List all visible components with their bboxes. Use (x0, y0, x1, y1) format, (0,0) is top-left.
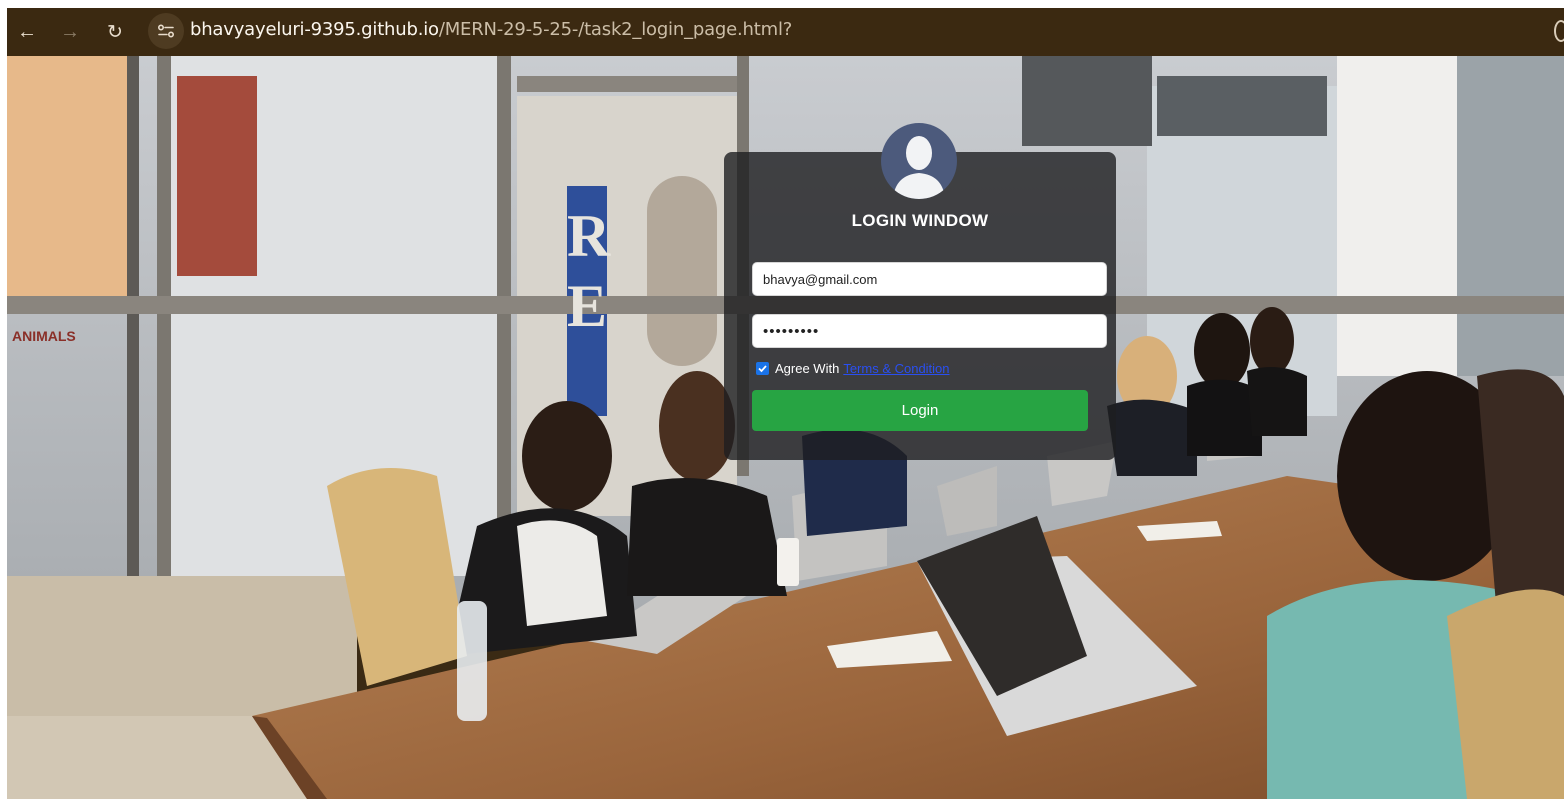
password-field[interactable] (752, 314, 1107, 348)
forward-arrow-icon[interactable]: → (56, 18, 84, 46)
user-avatar-icon (881, 123, 957, 199)
checkmark-icon (758, 364, 767, 372)
url-path: /MERN-29-5-25-/task2_login_page.html? (438, 19, 793, 40)
back-arrow-icon[interactable]: ← (13, 18, 41, 46)
agree-checkbox[interactable] (756, 361, 769, 375)
url-host: bhavyayeluri-9395.github.io (190, 19, 439, 40)
address-bar[interactable]: bhavyayeluri-9395.github.io/MERN-29-5-25… (190, 18, 792, 42)
extension-icon[interactable] (1554, 20, 1564, 42)
svg-text:ANIMALS: ANIMALS (12, 328, 76, 344)
login-button[interactable]: Login (752, 390, 1088, 431)
reload-icon[interactable]: ↻ (101, 18, 129, 46)
login-page: ANIMALS R E LOGIN WINDOW Agree With Term… (7, 56, 1564, 799)
svg-text:E: E (567, 273, 607, 339)
svg-text:R: R (567, 203, 611, 269)
login-title: LOGIN WINDOW (851, 211, 989, 230)
browser-window: ← → ↻ bhavyayeluri-9395.github.io/MERN-2… (7, 8, 1564, 799)
agree-row: Agree With Terms & Condition (756, 359, 950, 377)
agree-label: Agree With (775, 360, 840, 376)
site-info-icon[interactable] (148, 13, 184, 49)
browser-toolbar: ← → ↻ bhavyayeluri-9395.github.io/MERN-2… (7, 8, 1564, 56)
terms-link[interactable]: Terms & Condition (843, 361, 949, 376)
email-field[interactable] (752, 262, 1107, 296)
